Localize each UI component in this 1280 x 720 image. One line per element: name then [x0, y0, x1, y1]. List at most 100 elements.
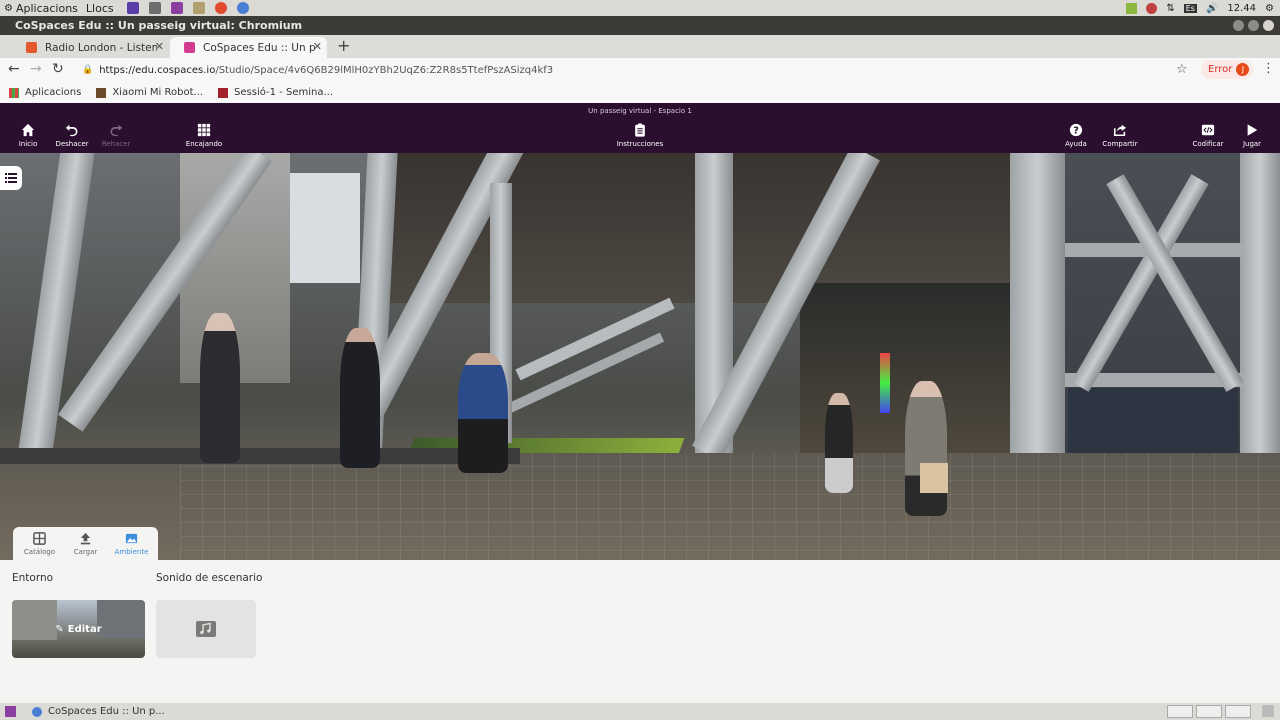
ubuntu-logo-icon: ⚙	[4, 2, 13, 14]
landscape-icon	[125, 533, 138, 544]
objects-list-toggle[interactable]	[0, 166, 22, 190]
pedestrian	[458, 353, 508, 473]
pedestrian	[905, 381, 947, 516]
os-places-menu[interactable]: Llocs	[86, 2, 114, 15]
tab-radio-london[interactable]: Radio London - Listen Live ✕	[12, 37, 169, 58]
close-tab-icon[interactable]: ✕	[155, 40, 164, 53]
launcher-chrome-icon[interactable]	[214, 2, 227, 14]
catalog-icon	[33, 532, 46, 545]
lobby-sign	[880, 353, 890, 413]
clock[interactable]: 12.44	[1227, 3, 1256, 14]
url-bar[interactable]: 🔒 https://edu.cospaces.io /Studio/Space/…	[74, 59, 1194, 81]
workspace-2[interactable]	[1196, 705, 1222, 718]
apps-grid-icon	[9, 87, 19, 98]
home-label: Inicio	[18, 140, 38, 148]
sound-section-title: Sonido de escenario	[156, 572, 263, 584]
catalog-label: Catálogo	[23, 548, 56, 556]
instructions-button[interactable]: Instrucciones	[610, 123, 670, 148]
edit-label: Editar	[67, 623, 102, 635]
bookmark-apps[interactable]: Aplicacions	[9, 87, 81, 98]
os-places-menu-label: Llocs	[85, 1, 114, 15]
tray-record-icon[interactable]	[1146, 2, 1158, 14]
cospaces-toolbar: Un passeig virtual - Espacio 1 Inicio De…	[0, 103, 1280, 153]
redo-icon	[110, 124, 123, 137]
tray-volume-icon[interactable]: 🔊	[1206, 3, 1218, 14]
undo-icon	[65, 124, 78, 137]
upload-label: Cargar	[73, 548, 98, 556]
environment-panel: Entorno Sonido de escenario ✎ Editar	[0, 560, 1280, 702]
grid-icon	[197, 123, 211, 137]
bookmark-xiaomi[interactable]: Xiaomi Mi Robot...	[96, 87, 203, 98]
os-apps-menu[interactable]: ⚙ Aplicacions	[4, 2, 78, 15]
launcher-tool-icon[interactable]	[192, 2, 205, 14]
pencil-icon: ✎	[55, 623, 64, 635]
edit-environment-button[interactable]: ✎ Editar	[12, 600, 145, 658]
keyboard-layout-indicator[interactable]: Es	[1183, 3, 1197, 13]
pedestrian	[200, 313, 240, 463]
list-icon	[5, 173, 17, 183]
bookmarks-bar: Aplicacions Xiaomi Mi Robot... Sessió-1 …	[0, 82, 1280, 103]
tray-settings-icon[interactable]: ⚙	[1265, 3, 1274, 14]
snapping-button[interactable]: Encajando	[174, 123, 234, 148]
tab-label: CoSpaces Edu :: Un passeig virtual	[203, 41, 315, 54]
help-icon: ?	[1069, 123, 1083, 137]
tab-environment[interactable]: Ambiente	[109, 532, 154, 556]
tab-label: Radio London - Listen Live	[45, 41, 157, 54]
bookmark-star-icon[interactable]: ☆	[1176, 62, 1188, 77]
environment-thumbnail[interactable]: ✎ Editar	[12, 600, 145, 658]
launcher-terminal-icon[interactable]	[148, 2, 161, 14]
library-tabs: Catálogo Cargar Ambiente	[13, 527, 158, 562]
scene-sound-slot[interactable]	[156, 600, 256, 658]
bookmark-label: Sessió-1 - Semina...	[234, 87, 333, 98]
tray-update-icon[interactable]	[1126, 2, 1138, 14]
play-icon	[1247, 124, 1258, 136]
maximize-button[interactable]	[1248, 20, 1259, 31]
launcher-chromium-icon[interactable]	[236, 2, 249, 14]
clipboard-icon	[635, 123, 645, 137]
floor-grid	[180, 453, 1280, 560]
tray-network-icon[interactable]: ⇅	[1166, 3, 1174, 14]
new-tab-button[interactable]: +	[337, 36, 350, 55]
workspace-3[interactable]	[1225, 705, 1251, 718]
structural-beam	[1240, 153, 1280, 503]
launcher-app-icon[interactable]	[126, 2, 139, 14]
code-icon	[1201, 124, 1215, 136]
scene-viewport[interactable]	[0, 153, 1280, 560]
error-chip[interactable]: Error J	[1201, 60, 1253, 79]
workspace-1[interactable]	[1167, 705, 1193, 718]
snapping-label: Encajando	[185, 140, 223, 148]
sessio-favicon-icon	[218, 87, 229, 98]
redo-button[interactable]: Rehacer	[86, 123, 146, 148]
bookmark-label: Xiaomi Mi Robot...	[112, 87, 204, 98]
show-desktop-icon[interactable]	[5, 706, 16, 717]
play-label: Jugar	[1242, 140, 1262, 148]
reload-icon[interactable]: ↻	[52, 61, 64, 77]
tab-catalog[interactable]: Catálogo	[17, 532, 62, 556]
forward-arrow-icon[interactable]: →	[30, 61, 42, 77]
redo-label: Rehacer	[101, 140, 131, 148]
share-icon	[1113, 124, 1127, 137]
trash-icon[interactable]	[1262, 705, 1274, 717]
environment-section-title: Entorno	[12, 572, 54, 584]
launcher-photo-icon[interactable]	[170, 2, 183, 14]
bookmark-sessio[interactable]: Sessió-1 - Semina...	[218, 87, 333, 98]
share-button[interactable]: Compartir	[1090, 123, 1150, 148]
help-label: Ayuda	[1065, 140, 1087, 148]
window-title-bar: CoSpaces Edu :: Un passeig virtual: Chro…	[0, 16, 1280, 35]
error-label: Error	[1208, 64, 1233, 75]
close-tab-icon[interactable]: ✕	[313, 40, 322, 53]
taskbar-window-button[interactable]: CoSpaces Edu :: Un p...	[26, 704, 171, 719]
browser-menu-icon[interactable]: ⋮	[1262, 61, 1275, 76]
minimize-button[interactable]	[1233, 20, 1244, 31]
profile-avatar: J	[1236, 63, 1250, 76]
close-window-button[interactable]	[1263, 20, 1274, 31]
space-title[interactable]: Un passeig virtual - Espacio 1	[0, 107, 1280, 115]
os-top-panel: ⚙ Aplicacions Llocs ⇅ Es 🔊 12.44 ⚙	[0, 0, 1280, 16]
back-arrow-icon[interactable]: ←	[8, 61, 20, 77]
play-button[interactable]: Jugar	[1222, 123, 1280, 148]
tab-upload[interactable]: Cargar	[63, 532, 108, 556]
os-apps-menu-label: Aplicacions	[15, 1, 78, 15]
tab-cospaces[interactable]: CoSpaces Edu :: Un passeig virtual ✕	[170, 37, 327, 58]
home-icon	[21, 123, 35, 137]
taskbar-window-label: CoSpaces Edu :: Un p...	[48, 706, 165, 717]
